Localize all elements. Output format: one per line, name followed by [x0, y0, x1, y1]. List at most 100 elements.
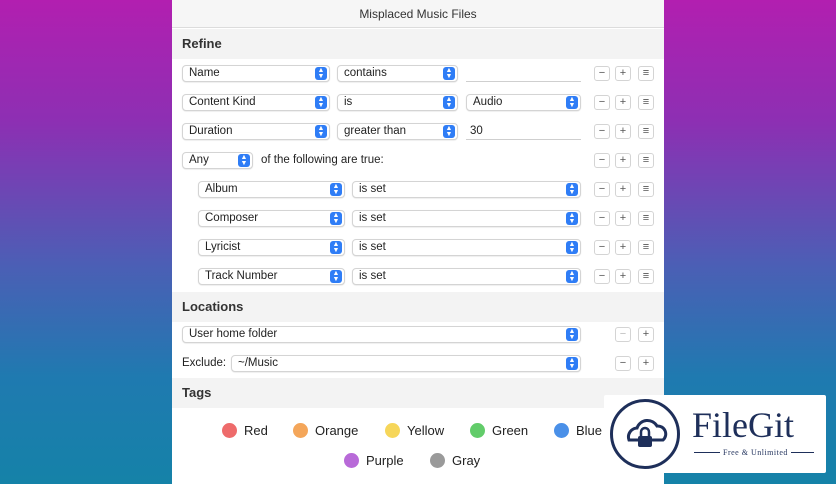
nested-rule-row-composer: Composer ▲ ▼ is set ▲ ▼ − + ≡ — [172, 204, 664, 233]
operator-popup[interactable]: is set ▲ ▼ — [352, 210, 581, 227]
value-field[interactable] — [466, 65, 581, 82]
quantifier-popup[interactable]: Any ▲ ▼ — [182, 152, 253, 169]
chevron-updown-icon: ▲ ▼ — [566, 357, 578, 370]
attribute-popup[interactable]: Duration ▲ ▼ — [182, 123, 330, 140]
operator-popup[interactable]: is set ▲ ▼ — [352, 181, 581, 198]
rule-options-button[interactable]: ≡ — [638, 124, 654, 139]
attribute-label: Album — [205, 183, 238, 195]
operator-label: is set — [359, 212, 386, 224]
tag-yellow[interactable]: Yellow — [385, 422, 444, 440]
remove-rule-button[interactable]: − — [594, 240, 610, 255]
remove-rule-button[interactable]: − — [594, 153, 610, 168]
tags-heading: Tags — [172, 378, 664, 408]
rule-options-button[interactable]: ≡ — [638, 66, 654, 81]
chevron-updown-icon: ▲ ▼ — [315, 96, 327, 109]
operator-label: is set — [359, 183, 386, 195]
value-popup[interactable]: Audio ▲ ▼ — [466, 94, 581, 111]
tag-label: Purple — [366, 453, 404, 468]
operator-label: is set — [359, 241, 386, 253]
chevron-updown-icon: ▲ ▼ — [330, 270, 342, 283]
nested-rule-row-album: Album ▲ ▼ is set ▲ ▼ − + ≡ — [172, 175, 664, 204]
value-field[interactable]: 30 — [466, 123, 581, 140]
chevron-updown-icon: ▲ ▼ — [566, 212, 578, 225]
attribute-popup[interactable]: Name ▲ ▼ — [182, 65, 330, 82]
add-rule-button[interactable]: + — [615, 124, 631, 139]
window-title: Misplaced Music Files — [172, 0, 664, 28]
add-rule-button[interactable]: + — [615, 211, 631, 226]
remove-rule-button[interactable]: − — [594, 182, 610, 197]
operator-label: is set — [359, 270, 386, 282]
tag-green[interactable]: Green — [470, 422, 528, 440]
tag-label: Orange — [315, 423, 359, 438]
location-label: User home folder — [189, 328, 278, 340]
operator-popup[interactable]: is set ▲ ▼ — [352, 268, 581, 285]
tag-label: Gray — [452, 453, 481, 468]
rule-options-button[interactable]: ≡ — [638, 240, 654, 255]
location-popup[interactable]: User home folder ▲ ▼ — [182, 326, 581, 343]
quantifier-label: Any — [189, 154, 209, 166]
exclude-value: ~/Music — [238, 357, 278, 369]
chevron-updown-icon: ▲ ▼ — [566, 270, 578, 283]
nested-rule-row-track-number: Track Number ▲ ▼ is set ▲ ▼ − + ≡ — [172, 262, 664, 291]
operator-popup[interactable]: is set ▲ ▼ — [352, 239, 581, 256]
attribute-label: Content Kind — [189, 96, 256, 108]
exclude-popup[interactable]: ~/Music ▲ ▼ — [231, 355, 581, 372]
attribute-label: Lyricist — [205, 241, 241, 253]
smart-search-window: Misplaced Music Files Refine Name ▲ ▼ con… — [172, 0, 664, 484]
rule-options-button[interactable]: ≡ — [638, 153, 654, 168]
tag-blue[interactable]: Blue — [554, 422, 602, 440]
chevron-updown-icon: ▲ ▼ — [566, 96, 578, 109]
rule-options-button[interactable]: ≡ — [638, 211, 654, 226]
attribute-popup[interactable]: Content Kind ▲ ▼ — [182, 94, 330, 111]
green-dot-icon — [470, 423, 485, 438]
tag-orange[interactable]: Orange — [293, 422, 358, 440]
operator-popup[interactable]: greater than ▲ ▼ — [337, 123, 458, 140]
cloud-lock-logo-icon — [610, 399, 680, 469]
attribute-popup[interactable]: Album ▲ ▼ — [198, 181, 345, 198]
attribute-label: Name — [189, 67, 220, 79]
remove-rule-button[interactable]: − — [594, 269, 610, 284]
tag-label: Red — [244, 423, 268, 438]
filegit-watermark: FileGit Free & Unlimited — [604, 395, 826, 473]
add-exclude-button[interactable]: + — [638, 356, 654, 371]
operator-popup[interactable]: is ▲ ▼ — [337, 94, 458, 111]
attribute-popup[interactable]: Track Number ▲ ▼ — [198, 268, 345, 285]
watermark-brand: FileGit — [692, 405, 795, 445]
orange-dot-icon — [293, 423, 308, 438]
attribute-popup[interactable]: Composer ▲ ▼ — [198, 210, 345, 227]
operator-popup[interactable]: contains ▲ ▼ — [337, 65, 458, 82]
tag-purple[interactable]: Purple — [344, 452, 404, 470]
tag-label: Green — [492, 423, 529, 438]
remove-rule-button[interactable]: − — [594, 211, 610, 226]
red-dot-icon — [222, 423, 237, 438]
add-rule-button[interactable]: + — [615, 153, 631, 168]
tag-label: Yellow — [407, 423, 445, 438]
rule-options-button[interactable]: ≡ — [638, 269, 654, 284]
rule-options-button[interactable]: ≡ — [638, 182, 654, 197]
remove-exclude-button[interactable]: − — [615, 356, 631, 371]
location-row: User home folder ▲ ▼ − + — [172, 321, 664, 350]
add-location-button[interactable]: + — [638, 327, 654, 342]
add-rule-button[interactable]: + — [615, 182, 631, 197]
add-rule-button[interactable]: + — [615, 240, 631, 255]
remove-rule-button[interactable]: − — [594, 66, 610, 81]
tag-gray[interactable]: Gray — [430, 452, 480, 470]
chevron-updown-icon: ▲ ▼ — [443, 67, 455, 80]
remove-rule-button[interactable]: − — [594, 95, 610, 110]
remove-rule-button[interactable]: − — [594, 124, 610, 139]
rule-options-button[interactable]: ≡ — [638, 95, 654, 110]
rule-row-duration: Duration ▲ ▼ greater than ▲ ▼ 30 − + ≡ — [172, 117, 664, 146]
add-rule-button[interactable]: + — [615, 269, 631, 284]
operator-label: greater than — [344, 125, 407, 137]
add-rule-button[interactable]: + — [615, 95, 631, 110]
watermark-tagline: Free & Unlimited — [720, 448, 791, 457]
chevron-updown-icon: ▲ ▼ — [566, 183, 578, 196]
chevron-updown-icon: ▲ ▼ — [330, 183, 342, 196]
attribute-label: Duration — [189, 125, 233, 137]
remove-location-button[interactable]: − — [615, 327, 631, 342]
add-rule-button[interactable]: + — [615, 66, 631, 81]
operator-label: contains — [344, 67, 387, 79]
attribute-popup[interactable]: Lyricist ▲ ▼ — [198, 239, 345, 256]
tag-red[interactable]: Red — [222, 422, 268, 440]
chevron-updown-icon: ▲ ▼ — [443, 125, 455, 138]
